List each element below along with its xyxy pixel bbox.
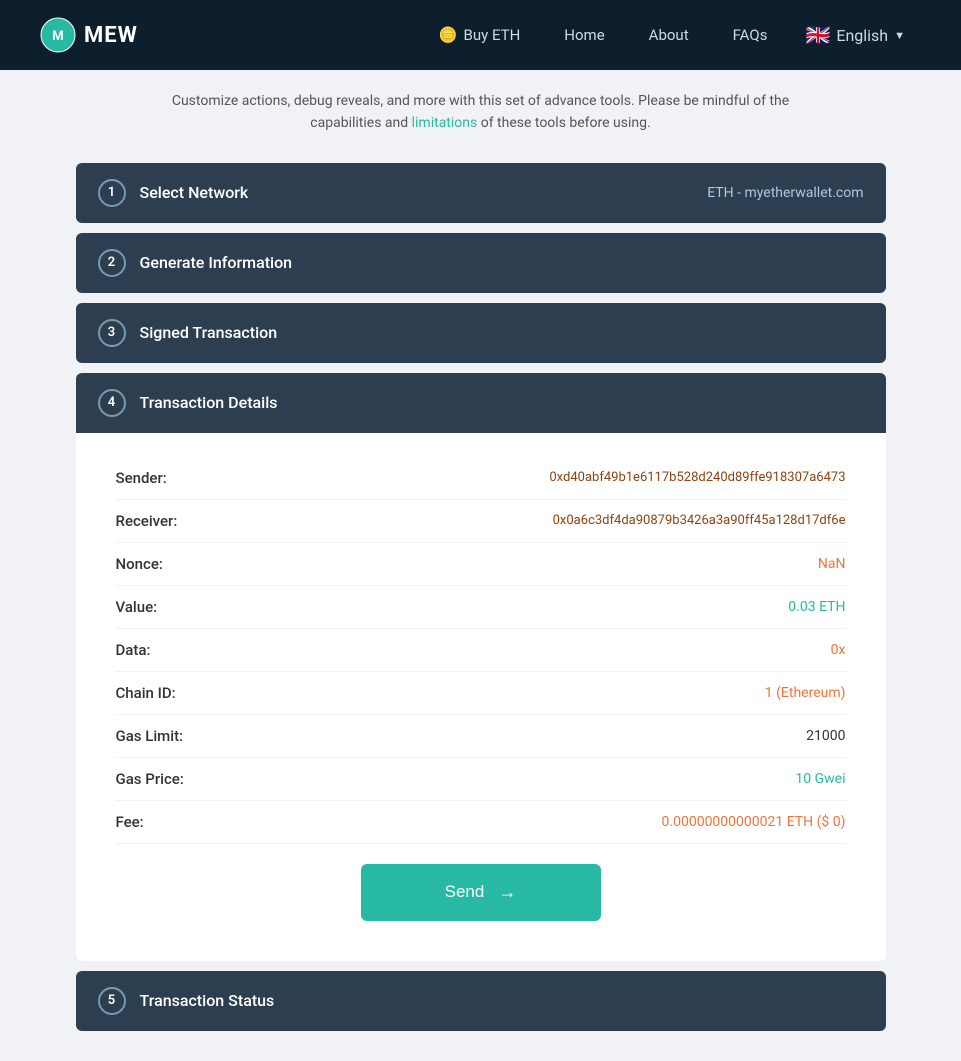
value-value: 0.03 ETH [788, 599, 845, 615]
language-selector[interactable]: 🇬🇧 English ▼ [789, 0, 921, 70]
step-2-panel: 2 Generate Information [76, 233, 886, 293]
step-3-panel: 3 Signed Transaction [76, 303, 886, 363]
arrow-right-icon: → [498, 882, 516, 903]
step-4-header[interactable]: 4 Transaction Details [76, 373, 886, 433]
faqs-link[interactable]: FAQs [711, 0, 790, 70]
sender-row: Sender: 0xd40abf49b1e6117b528d240d89ffe9… [116, 457, 846, 500]
step-2-left: 2 Generate Information [98, 249, 293, 277]
step-1-title: Select Network [140, 183, 249, 202]
receiver-row: Receiver: 0x0a6c3df4da90879b3426a3a90ff4… [116, 500, 846, 543]
data-row: Data: 0x [116, 629, 846, 672]
sender-label: Sender: [116, 469, 236, 487]
flag-icon: 🇬🇧 [805, 23, 830, 47]
value-row: Value: 0.03 ETH [116, 586, 846, 629]
step-1-header[interactable]: 1 Select Network ETH - myetherwallet.com [76, 163, 886, 223]
description-text: Customize actions, debug reveals, and mo… [76, 90, 886, 135]
chain-id-value: 1 (Ethereum) [765, 685, 846, 701]
description-line2-prefix: capabilities and [310, 115, 411, 131]
send-button[interactable]: Send → [361, 864, 601, 921]
faqs-label: FAQs [733, 26, 768, 44]
mew-logo-icon: M [40, 17, 76, 53]
send-label: Send [445, 882, 485, 902]
step-5-panel: 5 Transaction Status [76, 971, 886, 1031]
step-2-title: Generate Information [140, 253, 293, 272]
nav-links: 🪙 Buy ETH Home About FAQs 🇬🇧 English ▼ [417, 0, 921, 70]
home-link[interactable]: Home [542, 0, 626, 70]
step-3-header[interactable]: 3 Signed Transaction [76, 303, 886, 363]
buy-eth-label: Buy ETH [464, 26, 521, 44]
gas-price-value: 10 Gwei [795, 771, 845, 787]
chain-id-row: Chain ID: 1 (Ethereum) [116, 672, 846, 715]
description-line2-suffix: of these tools before using. [477, 115, 650, 131]
gas-limit-label: Gas Limit: [116, 727, 236, 745]
data-value: 0x [831, 642, 846, 658]
gas-price-label: Gas Price: [116, 770, 236, 788]
nonce-row: Nonce: NaN [116, 543, 846, 586]
about-link[interactable]: About [627, 0, 711, 70]
step-5-header[interactable]: 5 Transaction Status [76, 971, 886, 1031]
transaction-details-body: Sender: 0xd40abf49b1e6117b528d240d89ffe9… [76, 433, 886, 961]
limitations-link[interactable]: limitations [412, 115, 478, 131]
gas-limit-value: 21000 [806, 728, 845, 744]
step-5-left: 5 Transaction Status [98, 987, 275, 1015]
navbar: M MEW 🪙 Buy ETH Home About FAQs 🇬🇧 Engli… [0, 0, 961, 70]
step-5-title: Transaction Status [140, 991, 275, 1010]
step-1-left: 1 Select Network [98, 179, 249, 207]
buy-eth-icon: 🪙 [439, 26, 458, 44]
fee-row: Fee: 0.00000000000021 ETH ($ 0) [116, 801, 846, 844]
svg-text:M: M [52, 29, 63, 44]
send-section: Send → [116, 844, 846, 931]
step-4-number: 4 [98, 389, 126, 417]
fee-label: Fee: [116, 813, 236, 831]
brand-text: MEW [84, 23, 138, 48]
step-3-title: Signed Transaction [140, 323, 278, 342]
home-label: Home [564, 26, 604, 44]
main-content: Customize actions, debug reveals, and mo… [56, 70, 906, 1061]
data-label: Data: [116, 641, 236, 659]
step-4-title: Transaction Details [140, 393, 278, 412]
step-2-number: 2 [98, 249, 126, 277]
brand-logo[interactable]: M MEW [40, 17, 138, 53]
receiver-label: Receiver: [116, 512, 236, 530]
sender-value: 0xd40abf49b1e6117b528d240d89ffe918307a64… [549, 470, 845, 485]
chevron-down-icon: ▼ [894, 29, 905, 42]
step-4-panel: 4 Transaction Details Sender: 0xd40abf49… [76, 373, 886, 961]
gas-limit-row: Gas Limit: 21000 [116, 715, 846, 758]
value-label: Value: [116, 598, 236, 616]
step-3-left: 3 Signed Transaction [98, 319, 278, 347]
about-label: About [649, 26, 689, 44]
gas-price-row: Gas Price: 10 Gwei [116, 758, 846, 801]
receiver-value: 0x0a6c3df4da90879b3426a3a90ff45a128d17df… [553, 513, 846, 528]
language-label: English [836, 26, 888, 45]
nonce-label: Nonce: [116, 555, 236, 573]
nonce-value: NaN [818, 556, 846, 572]
buy-eth-link[interactable]: 🪙 Buy ETH [417, 0, 542, 70]
fee-value: 0.00000000000021 ETH ($ 0) [662, 814, 846, 830]
step-1-badge: ETH - myetherwallet.com [707, 185, 863, 201]
step-1-number: 1 [98, 179, 126, 207]
step-2-header[interactable]: 2 Generate Information [76, 233, 886, 293]
description-line1: Customize actions, debug reveals, and mo… [172, 93, 789, 109]
chain-id-label: Chain ID: [116, 684, 236, 702]
step-5-number: 5 [98, 987, 126, 1015]
step-1-panel: 1 Select Network ETH - myetherwallet.com [76, 163, 886, 223]
step-3-number: 3 [98, 319, 126, 347]
